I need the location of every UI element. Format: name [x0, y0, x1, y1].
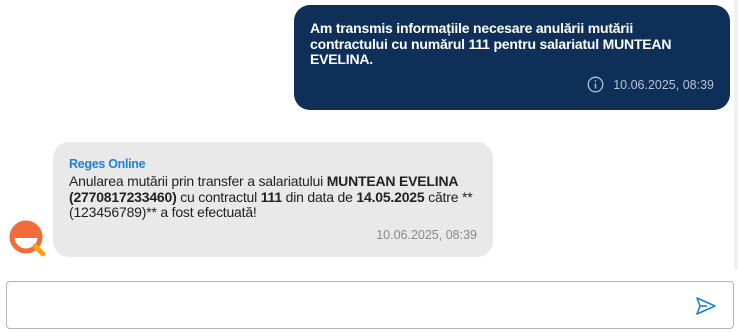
bot-text-part: Anularea mutării prin transfer a salaria…	[69, 173, 327, 189]
bot-message-text: Anularea mutării prin transfer a salaria…	[69, 173, 477, 221]
message-input[interactable]	[19, 292, 683, 320]
user-message: Am transmis informațiile necesare anulăr…	[294, 5, 730, 110]
bot-text-contract-number: 111	[260, 188, 282, 205]
bot-text-date: 14.05.2025	[356, 188, 425, 205]
bot-sender-name: Reges Online	[69, 157, 146, 171]
bot-text-part: din data de	[281, 188, 357, 205]
send-icon[interactable]	[695, 296, 717, 316]
user-message-text: Am transmis informațiile necesare anulăr…	[310, 20, 672, 67]
info-icon[interactable]	[587, 76, 604, 93]
chat-scrollbar[interactable]	[734, 0, 738, 270]
reges-logo-icon	[9, 220, 46, 257]
user-message-meta: 10.06.2025, 08:39	[587, 76, 714, 93]
chat-history: Am transmis informațiile necesare anulăr…	[0, 0, 738, 270]
bot-text-part: cu contractul	[176, 188, 261, 205]
message-composer	[6, 281, 734, 329]
bot-message: Reges Online Anularea mutării prin trans…	[53, 142, 493, 257]
user-message-timestamp: 10.06.2025, 08:39	[613, 77, 714, 92]
bot-message-timestamp: 10.06.2025, 08:39	[376, 228, 477, 242]
